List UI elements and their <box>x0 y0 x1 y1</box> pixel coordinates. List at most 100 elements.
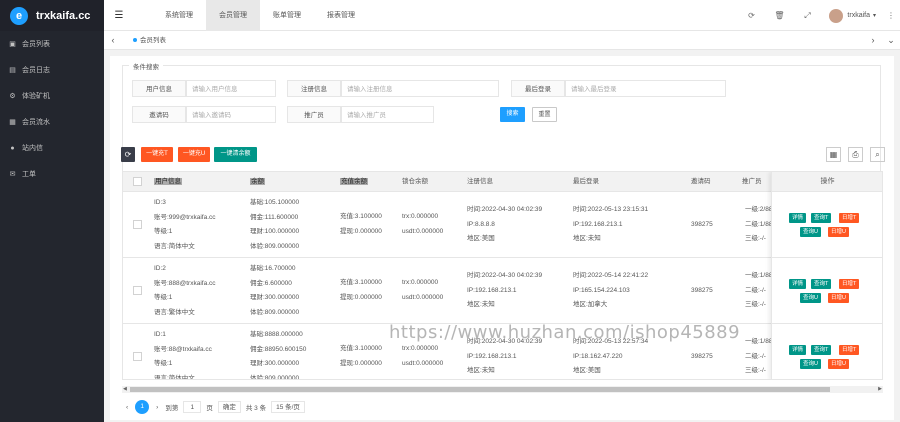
user-menu[interactable]: trxkaifa ▾ <box>829 8 876 23</box>
sidebar-item-label: 会员列表 <box>22 41 50 48</box>
table-horizontal-scrollbar[interactable]: ◀ ▶ <box>122 386 883 393</box>
sidebar-item-tickets[interactable]: ✉ 工单 <box>0 161 104 187</box>
user-info-input[interactable]: 请输入用户信息 <box>186 80 276 97</box>
goto-label: 到第 <box>165 405 179 412</box>
balance-info: 基础:105.100000 佣金:111.600000 理财:100.000000 体… <box>250 199 300 250</box>
columns-filter-icon[interactable]: ▦ <box>826 147 841 162</box>
avatar <box>829 8 844 23</box>
refresh-icon[interactable]: ⟳ <box>737 11 765 20</box>
table-row[interactable]: ID:3 账号:999@trxkaifa.cc 等级:1 语言:简体中文 基础:105… <box>123 192 882 258</box>
scroll-thumb[interactable] <box>130 387 830 392</box>
clear-cache-icon[interactable]: 🗑 <box>765 11 793 20</box>
clear-balance-button[interactable]: 一键清余额 <box>214 147 257 162</box>
ops-row-1: 详情 查询T 日增T 查询U 日增U <box>772 192 882 258</box>
promoter-input[interactable]: 请输入推广员 <box>341 106 434 123</box>
register-info: 时间:2022-04-30 04:02:39 IP:8.8.8.8 地区:美国 <box>467 206 543 242</box>
add-t-button[interactable]: 日增T <box>839 213 860 223</box>
query-u-button[interactable]: 查询U <box>800 359 821 369</box>
query-t-button[interactable]: 查询T <box>811 213 832 223</box>
page-unit-label: 页 <box>206 405 213 412</box>
scroll-right-icon[interactable]: ▶ <box>878 386 882 393</box>
detail-button[interactable]: 详情 <box>789 213 807 223</box>
tabs-right-arrow-icon[interactable]: › <box>864 31 882 50</box>
add-t-button[interactable]: 日增T <box>839 279 860 289</box>
lock-info: trx:0.000000 usdt:0.000000 <box>402 279 444 301</box>
detail-button[interactable]: 详情 <box>789 279 807 289</box>
col-promoter[interactable]: 推广员 <box>742 172 762 192</box>
invite-code: 398275 <box>691 221 713 228</box>
add-u-button[interactable]: 日增U <box>828 227 849 237</box>
tabs-more-icon[interactable]: ⌄ <box>882 31 900 50</box>
invite-code-input[interactable]: 请输入邀请码 <box>186 106 276 123</box>
col-lock[interactable]: 锁仓余额 <box>402 172 428 192</box>
lock-info: trx:0.000000 usdt:0.000000 <box>402 213 444 235</box>
row-checkbox[interactable] <box>133 286 142 295</box>
add-u-button[interactable]: 日增U <box>828 359 849 369</box>
tab-system[interactable]: 系统管理 <box>152 0 206 31</box>
register-info-input[interactable]: 请输入注册信息 <box>341 80 499 97</box>
fullscreen-icon[interactable]: ⤢ <box>793 11 821 21</box>
sidebar: e trxkaifa.cc ▣ 会员列表 ▤ 会员日志 ⚙ 体验矿机 ▦ 会员流水 ● 站… <box>0 0 104 422</box>
select-all-checkbox[interactable] <box>133 177 142 186</box>
query-u-button[interactable]: 查询U <box>800 293 821 303</box>
last-login-input[interactable]: 请输入最后登录 <box>565 80 726 97</box>
col-recharge[interactable]: 充值余额 <box>340 172 368 192</box>
username: trxkaifa <box>847 12 870 19</box>
tabs-left-arrow-icon[interactable]: ‹ <box>104 31 122 50</box>
sidebar-item-member-log[interactable]: ▤ 会员日志 <box>0 57 104 83</box>
print-icon[interactable]: ⎙ <box>848 147 863 162</box>
query-t-button[interactable]: 查询T <box>811 345 832 355</box>
detail-button[interactable]: 详情 <box>789 345 807 355</box>
search-icon[interactable]: ⌕ <box>870 147 885 162</box>
table-row[interactable]: ID:2 账号:888@trxkaifa.cc 等级:1 语言:繁体中文 基础:16.… <box>123 258 882 324</box>
more-icon[interactable]: ⋮ <box>882 11 900 20</box>
sidebar-item-label: 工单 <box>22 171 36 178</box>
sidebar-item-members[interactable]: ▣ 会员列表 <box>0 31 104 57</box>
invite-code: 398275 <box>691 353 713 360</box>
page-size-select[interactable]: 15 条/页 <box>271 401 305 413</box>
main-card: 条件搜索 用户信息 请输入用户信息 注册信息 请输入注册信息 最后登录 请输入最… <box>110 56 894 420</box>
active-dot-icon <box>133 38 137 43</box>
recharge-t-button[interactable]: 一键充T <box>141 147 173 162</box>
menu-toggle-icon[interactable]: ☰ <box>104 10 134 21</box>
current-page[interactable]: 1 <box>135 400 150 414</box>
col-user-info[interactable]: 用户信息 <box>154 172 182 192</box>
col-login[interactable]: 最后登录 <box>573 172 599 192</box>
recharge-u-button[interactable]: 一键充U <box>178 147 210 162</box>
table-header: 用户信息 余额 充值余额 锁仓余额 注册信息 最后登录 邀请码 推广员 <box>123 172 882 192</box>
tab-reports[interactable]: 报表管理 <box>314 0 368 31</box>
row-checkbox[interactable] <box>133 352 142 361</box>
page-confirm-button[interactable]: 确定 <box>217 401 241 413</box>
col-register[interactable]: 注册信息 <box>467 172 493 192</box>
scroll-left-icon[interactable]: ◀ <box>123 386 127 393</box>
user-info: ID:3 账号:999@trxkaifa.cc 等级:1 语言:简体中文 <box>154 199 216 250</box>
brand[interactable]: e trxkaifa.cc <box>0 0 104 31</box>
tab-bills[interactable]: 账单管理 <box>260 0 314 31</box>
col-invite[interactable]: 邀请码 <box>691 172 711 192</box>
label-promoter: 推广员 <box>287 106 341 123</box>
add-u-button[interactable]: 日增U <box>828 293 849 303</box>
sidebar-item-label: 会员流水 <box>22 119 50 126</box>
sidebar-item-label: 站内信 <box>22 145 43 152</box>
search-button[interactable]: 搜索 <box>500 107 525 122</box>
row-checkbox[interactable] <box>133 220 142 229</box>
tab-members[interactable]: 会员管理 <box>206 0 260 31</box>
lock-info: trx:0.000000 usdt:0.000000 <box>402 345 444 367</box>
label-register-info: 注册信息 <box>287 80 341 97</box>
sidebar-item-messages[interactable]: ● 站内信 <box>0 135 104 161</box>
page-jump-input[interactable]: 1 <box>183 401 202 413</box>
reset-button[interactable]: 重置 <box>532 107 557 122</box>
col-balance[interactable]: 余额 <box>250 172 265 192</box>
sidebar-item-flow[interactable]: ▦ 会员流水 <box>0 109 104 135</box>
prev-page-icon[interactable]: ‹ <box>126 404 128 411</box>
sidebar-item-miner[interactable]: ⚙ 体验矿机 <box>0 83 104 109</box>
refresh-table-button[interactable]: ⟳ <box>121 147 135 162</box>
query-u-button[interactable]: 查询U <box>800 227 821 237</box>
page-tab-members[interactable]: 会员列表 <box>126 33 173 48</box>
add-t-button[interactable]: 日增T <box>839 345 860 355</box>
next-page-icon[interactable]: › <box>156 404 158 411</box>
miner-icon: ⚙ <box>9 93 16 100</box>
invite-code: 398275 <box>691 287 713 294</box>
query-t-button[interactable]: 查询T <box>811 279 832 289</box>
recharge-info: 充值:3.100000 提现:0.000000 <box>340 345 382 367</box>
